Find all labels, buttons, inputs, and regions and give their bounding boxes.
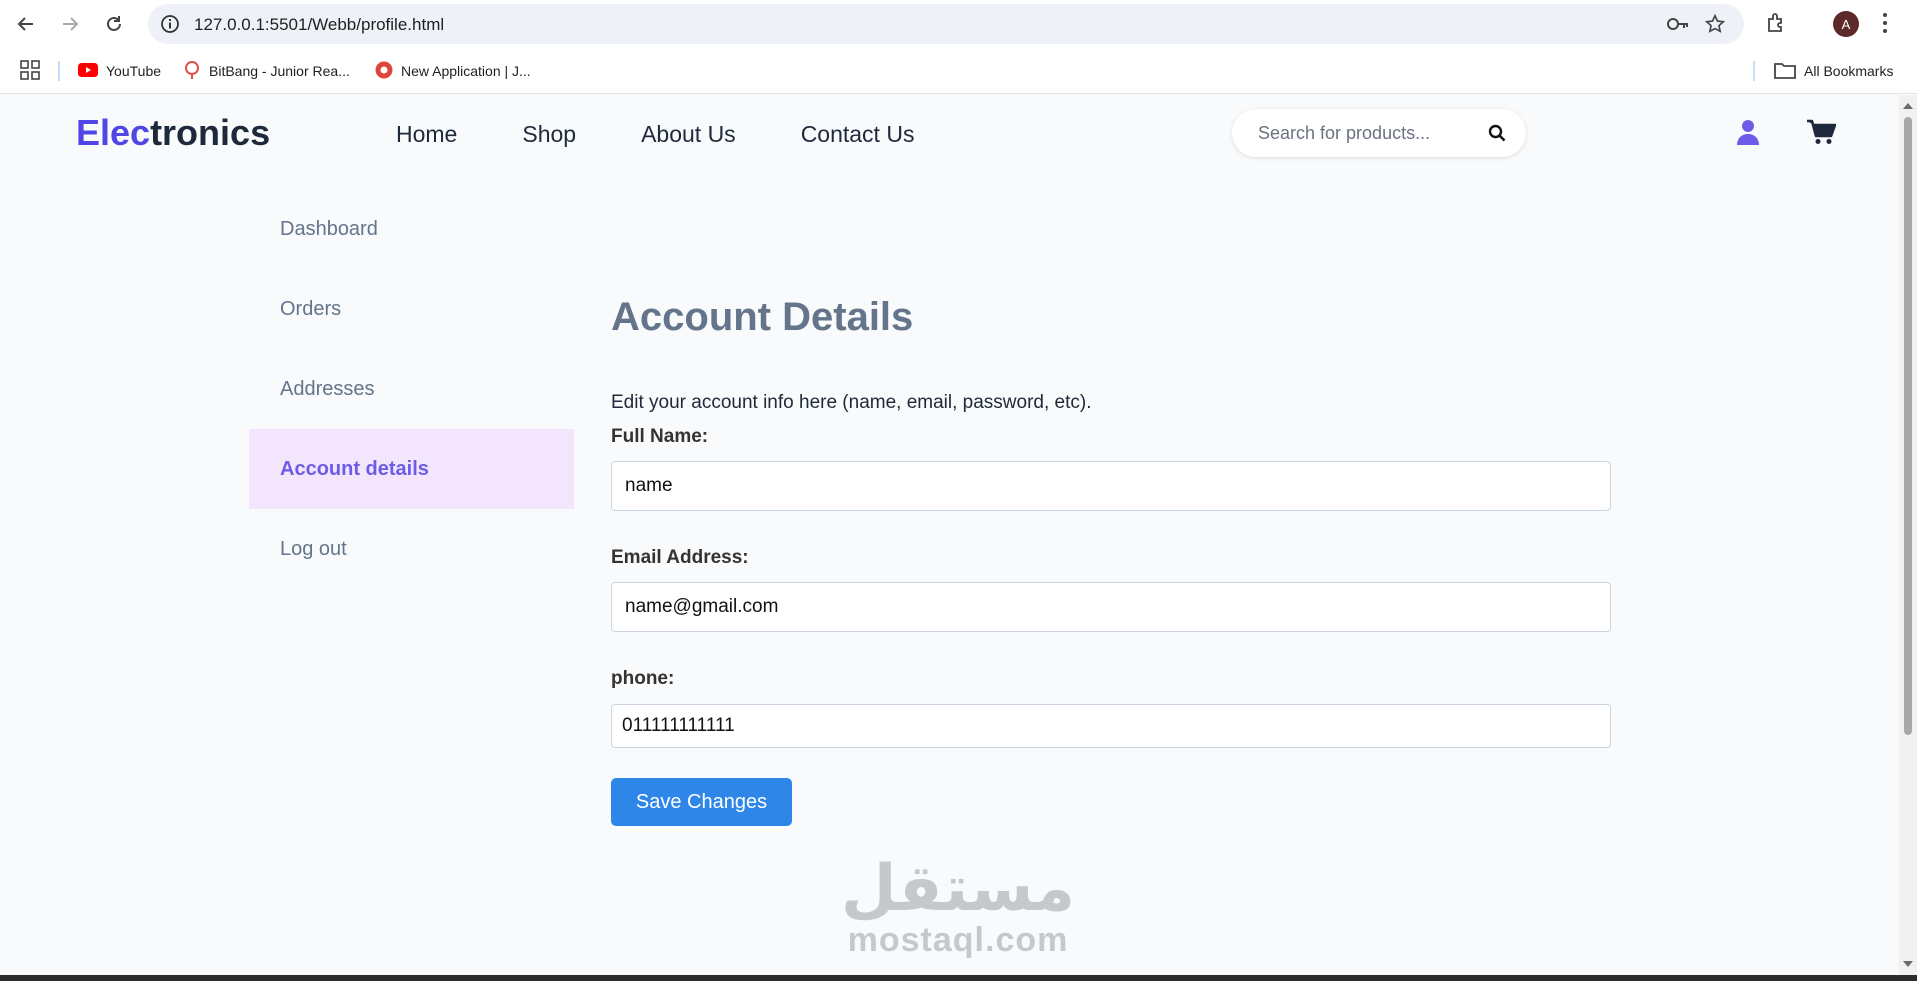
bookmarks-divider [1753,61,1755,81]
bookmark-new-application[interactable]: New Application | J... [375,60,531,82]
full-name-label: Full Name: [611,426,709,447]
account-sidebar: Dashboard Orders Addresses Account detai… [249,189,574,589]
apps-grid-icon[interactable] [20,60,40,85]
bookmarks-divider [58,61,60,81]
sidebar-item-log-out[interactable]: Log out [249,509,574,589]
bitbang-icon [183,60,201,83]
scroll-down-arrow[interactable] [1903,961,1913,967]
all-bookmarks-label: All Bookmarks [1804,63,1894,79]
logo-rest: tronics [150,112,271,153]
bookmark-label: BitBang - Junior Rea... [209,63,350,79]
cart-icon[interactable] [1806,119,1837,150]
sidebar-item-dashboard[interactable]: Dashboard [249,189,574,269]
bookmark-star-icon[interactable] [1704,13,1726,40]
bookmark-youtube[interactable]: YouTube [78,60,161,82]
phone-field[interactable] [611,704,1611,748]
page-description: Edit your account info here (name, email… [611,392,1092,413]
browser-toolbar: 127.0.0.1:5501/Webb/profile.html A [0,0,1917,48]
page-scrollbar[interactable] [1899,95,1917,975]
profile-avatar[interactable]: A [1833,11,1859,37]
address-bar[interactable]: 127.0.0.1:5501/Webb/profile.html [148,4,1744,44]
nav-about-us[interactable]: About Us [641,121,736,148]
search-input[interactable] [1258,121,1478,145]
back-icon[interactable] [12,10,40,38]
youtube-icon [78,62,98,80]
password-key-icon[interactable] [1666,14,1690,39]
forward-icon[interactable] [56,10,84,38]
scroll-up-arrow[interactable] [1903,103,1913,109]
sidebar-item-addresses[interactable]: Addresses [249,349,574,429]
record-icon [375,61,393,82]
menu-kebab-icon[interactable] [1882,12,1888,39]
user-icon[interactable] [1736,119,1760,150]
nav-home[interactable]: Home [396,121,457,148]
scrollbar-thumb[interactable] [1904,117,1912,735]
watermark-arabic: مستقل [840,852,1076,926]
url-text: 127.0.0.1:5501/Webb/profile.html [194,15,445,34]
watermark-latin: mostaql.com [847,921,1069,959]
page-title: Account Details [611,295,914,339]
email-field[interactable] [611,582,1611,632]
site-logo[interactable]: Electronics [76,112,270,154]
site-info-icon[interactable] [160,14,180,34]
watermark: مستقل mostaql.com [840,857,1076,959]
nav-contact-us[interactable]: Contact Us [801,121,915,148]
bookmark-label: New Application | J... [401,63,531,79]
all-bookmarks[interactable]: All Bookmarks [1774,60,1893,82]
save-changes-button[interactable]: Save Changes [611,778,792,826]
sidebar-item-account-details[interactable]: Account details [249,429,574,509]
sidebar-item-orders[interactable]: Orders [249,269,574,349]
full-name-field[interactable] [611,461,1611,511]
search-icon[interactable] [1488,124,1506,147]
phone-label: phone: [611,668,675,689]
page: Electronics Home Shop About Us Contact U… [0,95,1899,975]
reload-icon[interactable] [100,10,128,38]
logo-accent: Elec [76,112,151,153]
nav-shop[interactable]: Shop [522,121,576,148]
taskbar-strip [0,975,1917,981]
extensions-icon[interactable] [1765,11,1789,40]
search-box [1232,109,1526,157]
bookmark-bitbang[interactable]: BitBang - Junior Rea... [183,60,350,82]
bookmark-label: YouTube [106,63,162,79]
main-nav: Home Shop About Us Contact Us [396,121,979,148]
bookmarks-bar: YouTube BitBang - Junior Rea... New Appl… [0,48,1917,94]
email-label: Email Address: [611,547,749,568]
folder-icon [1774,61,1796,82]
